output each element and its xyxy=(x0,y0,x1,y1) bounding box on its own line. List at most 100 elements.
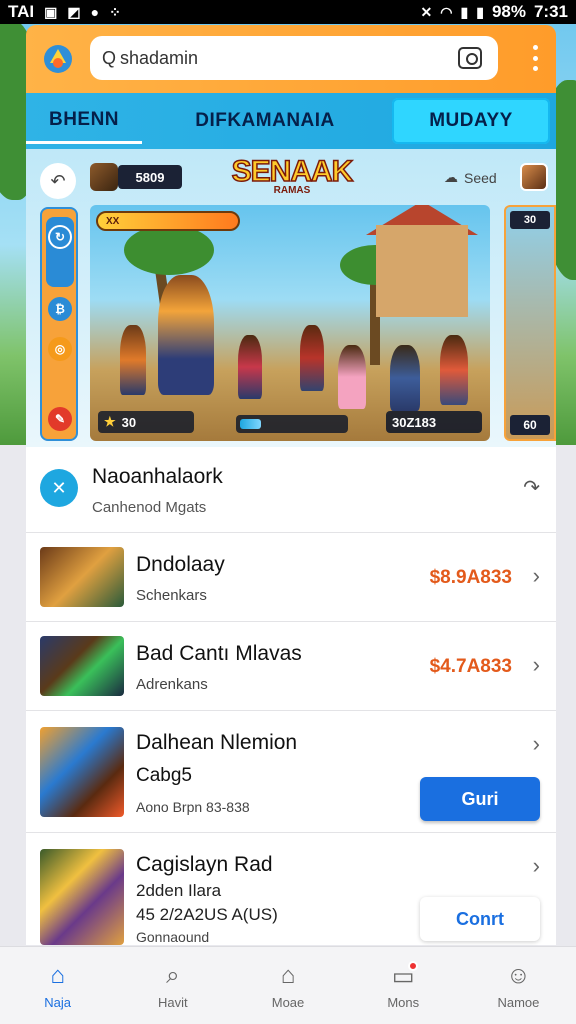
clock: 7:31 xyxy=(533,2,568,21)
search-icon: Q xyxy=(102,47,117,68)
game-tag: 2dden Ilara xyxy=(136,881,222,900)
scene-villager-figure xyxy=(338,345,366,409)
chevron-right-icon: › xyxy=(532,731,540,756)
friend-avatar[interactable] xyxy=(520,163,548,191)
scene-villager-figure xyxy=(300,325,324,391)
section-title: Naoanhalaork xyxy=(92,465,223,488)
nav-notifications[interactable]: ▭ Mons xyxy=(346,947,461,1024)
game-tag: Cabg5 xyxy=(136,765,192,786)
notification-dot xyxy=(408,961,419,971)
camera-icon[interactable] xyxy=(458,47,482,69)
next-game-count: 60 xyxy=(510,415,550,435)
score-value: 30 xyxy=(121,414,137,430)
more-menu-icon[interactable] xyxy=(532,45,538,71)
nav-notifications-label: Mons xyxy=(387,995,420,1010)
tab-1[interactable]: BHENN xyxy=(26,98,142,144)
battery-label: 98% xyxy=(491,2,526,21)
game-details: 45 2/2A2US A(US) xyxy=(136,905,278,924)
signal-icon: ▮ xyxy=(476,3,484,20)
seed-label: Seed xyxy=(464,169,497,186)
scene-villager-figure xyxy=(440,335,468,405)
game-logo: SENAAK RAMAS xyxy=(222,154,362,196)
red-token-icon[interactable]: ✎ xyxy=(48,407,72,431)
game-subtitle: Schenkars xyxy=(136,587,207,604)
game-thumbnail xyxy=(40,636,124,696)
list-item[interactable]: Dalhean Nlemion Cabg5 Aono Brpn 83-838 ›… xyxy=(26,711,556,833)
game-price: $4.7A833 xyxy=(429,656,512,677)
get-button[interactable]: Guri xyxy=(420,777,540,821)
nav-home[interactable]: ⌂ Naja xyxy=(0,947,115,1024)
level-progress-bar xyxy=(236,415,348,433)
list-item[interactable]: Bad Cantı Mlavas Adrenkans $4.7A833 › xyxy=(26,622,556,711)
seed-icon: ☁ xyxy=(444,169,458,185)
status-bar: TAI ▣ ◩ ● ⁘ ✕ ◠ ▮ ▮ 98% 7:31 xyxy=(0,0,576,24)
nav-search-label: Havit xyxy=(157,995,188,1010)
player-count-value: 30Z183 xyxy=(392,414,437,430)
list-item[interactable]: Dndolaay Schenkars $8.9A833 › xyxy=(26,533,556,622)
nav-profile[interactable]: ☺ Namoe xyxy=(461,947,576,1024)
chevron-right-icon: › xyxy=(532,563,540,588)
bottom-navigation: ⌂ Naja ⌕ Havit ⌂ Moae ▭ Mons ☺ Namoe xyxy=(0,946,576,1024)
side-rail: ↻ ₿ ◎ ✎ xyxy=(40,207,78,441)
nav-store[interactable]: ⌂ Moae xyxy=(230,947,345,1024)
scene-villager-figure xyxy=(238,335,262,399)
app-logo-icon[interactable] xyxy=(40,41,76,77)
mute-icon: ✕ xyxy=(420,3,433,20)
search-icon: ⌕ xyxy=(166,962,180,989)
nav-search[interactable]: ⌕ Havit xyxy=(115,947,230,1024)
scene-banner-flag-text: XX xyxy=(106,215,120,227)
refresh-icon[interactable]: ↻ xyxy=(48,225,72,249)
more-notifications-icon: ⁘ xyxy=(109,3,121,20)
count-button[interactable]: Conrt xyxy=(420,897,540,941)
chevron-right-icon: › xyxy=(532,652,540,677)
game-subtitle: Adrenkans xyxy=(136,676,208,693)
wifi-icon: ◠ xyxy=(440,3,453,20)
tab-3[interactable]: MUDAYY xyxy=(392,98,550,144)
level-progress-fill xyxy=(240,419,261,429)
share-icon[interactable]: ↷ xyxy=(523,475,540,500)
tab-2[interactable]: DIFKAMANAIA xyxy=(142,98,388,144)
compass-icon: ✕ xyxy=(40,469,78,507)
next-game-card[interactable]: 30 60 xyxy=(504,205,556,441)
player-count-badge: 30Z183 xyxy=(386,411,482,433)
profile-icon: ☺ xyxy=(506,962,531,989)
section-subtitle: Canhenod Mgats xyxy=(92,499,207,516)
section-header[interactable]: ✕ Naoanhalaork Canhenod Mgats ↷ xyxy=(26,447,556,533)
image-icon: ▣ xyxy=(44,3,58,20)
game-subtitle: Gonnaound xyxy=(136,929,210,945)
search-input-value: shadamin xyxy=(120,47,199,68)
player-avatar[interactable] xyxy=(90,163,118,191)
chat-icon: ● xyxy=(90,4,100,20)
scene-banner-flag: XX xyxy=(96,211,240,231)
game-scene-image[interactable]: XX ★ 30 30Z183 xyxy=(90,205,490,441)
signal-icon: ▮ xyxy=(460,3,469,20)
chevron-right-icon: › xyxy=(532,853,540,878)
scene-villager-figure xyxy=(390,345,420,411)
game-title: Cagislayn Rad xyxy=(136,853,273,876)
star-icon: ★ xyxy=(104,414,116,429)
scene-house xyxy=(376,225,468,317)
coin-count: 5809 xyxy=(118,165,182,189)
game-banner: ↶ 5809 SENAAK RAMAS ☁ Seed ↻ ₿ ◎ ✎ XX ★ … xyxy=(26,149,556,447)
blue-token-icon[interactable]: ₿ xyxy=(48,297,72,321)
game-logo-title: SENAAK xyxy=(231,154,354,189)
nav-profile-label: Namoe xyxy=(497,995,540,1010)
scene-villager-figure xyxy=(120,325,146,395)
photos-icon: ◩ xyxy=(67,3,81,20)
search-input[interactable]: Q shadamin xyxy=(90,36,498,80)
back-icon[interactable]: ↶ xyxy=(40,163,76,199)
scene-palm-leaves xyxy=(124,225,214,275)
gold-token-icon[interactable]: ◎ xyxy=(48,337,72,361)
game-thumbnail xyxy=(40,849,124,945)
app-window: Q shadamin BHENN DIFKAMANAIA MUDAYY ↶ 58… xyxy=(26,25,556,945)
game-title: Dndolaay xyxy=(136,553,225,576)
game-thumbnail xyxy=(40,547,124,607)
game-subtitle: Aono Brpn 83-838 xyxy=(136,799,250,815)
seed-button[interactable]: ☁ Seed xyxy=(444,169,497,186)
game-price: $8.9A833 xyxy=(429,567,512,588)
scene-hero-figure xyxy=(158,275,214,395)
list-item[interactable]: Cagislayn Rad 2dden Ilara 45 2/2A2US A(U… xyxy=(26,833,556,945)
next-game-badge: 30 xyxy=(510,211,550,229)
carrier-label: TAI xyxy=(8,2,35,21)
tab-bar: BHENN DIFKAMANAIA MUDAYY xyxy=(26,93,556,149)
